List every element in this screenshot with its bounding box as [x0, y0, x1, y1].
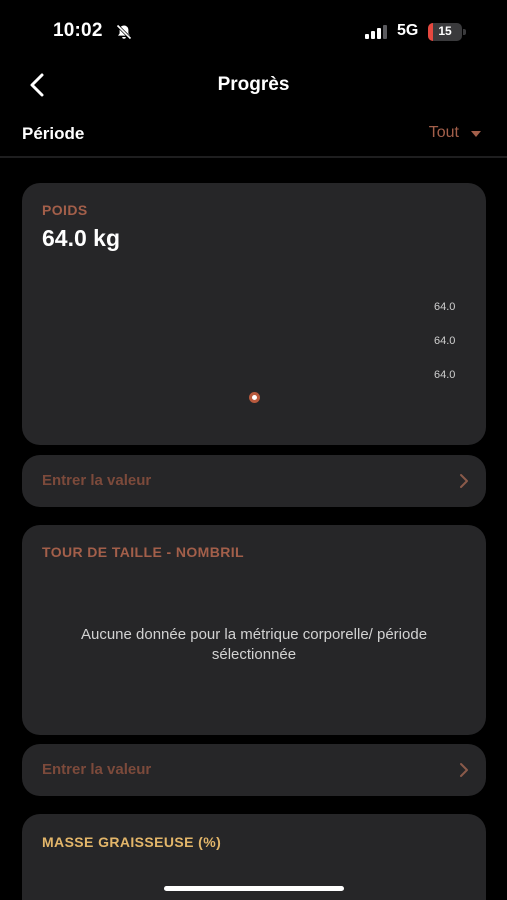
y-tick-label: 64.0	[434, 335, 456, 347]
empty-state-message: Aucune donnée pour la métrique corporell…	[80, 626, 428, 663]
waist-label: TOUR DE TAILLE - NOMBRIL	[42, 544, 244, 560]
battery-percent: 15	[438, 24, 452, 38]
weight-card: POIDS 64.0 kg 64.0 64.0 64.0	[22, 183, 486, 445]
y-tick-label: 64.0	[434, 369, 456, 381]
status-bar: 10:02 5G 15	[0, 0, 507, 62]
period-dropdown[interactable]: Tout	[429, 124, 481, 142]
y-tick-label: 64.0	[434, 301, 456, 313]
chevron-right-icon	[460, 474, 468, 488]
entry-label: Entrer la valeur	[42, 761, 152, 778]
home-indicator[interactable]	[164, 886, 344, 891]
enter-waist-button[interactable]: Entrer la valeur	[22, 744, 486, 796]
period-label: Période	[22, 124, 85, 143]
weight-value: 64.0 kg	[42, 225, 120, 251]
entry-label: Entrer la valeur	[42, 472, 152, 489]
weight-label: POIDS	[42, 202, 88, 218]
period-row: Période Tout	[0, 112, 507, 158]
network-type: 5G	[397, 22, 419, 39]
chart-data-point	[249, 392, 260, 403]
chevron-right-icon	[460, 763, 468, 777]
bell-slash-icon	[116, 24, 132, 40]
enter-weight-button[interactable]: Entrer la valeur	[22, 455, 486, 507]
battery-icon: 15	[428, 23, 466, 41]
signal-bars-icon	[365, 25, 387, 39]
page-title: Progrès	[217, 74, 290, 95]
status-time: 10:02	[53, 20, 103, 41]
caret-down-icon	[471, 131, 481, 137]
period-value: Tout	[428, 124, 459, 141]
waist-card: TOUR DE TAILLE - NOMBRIL Aucune donnée p…	[22, 525, 486, 735]
body-fat-label: MASSE GRAISSEUSE (%)	[42, 834, 222, 850]
